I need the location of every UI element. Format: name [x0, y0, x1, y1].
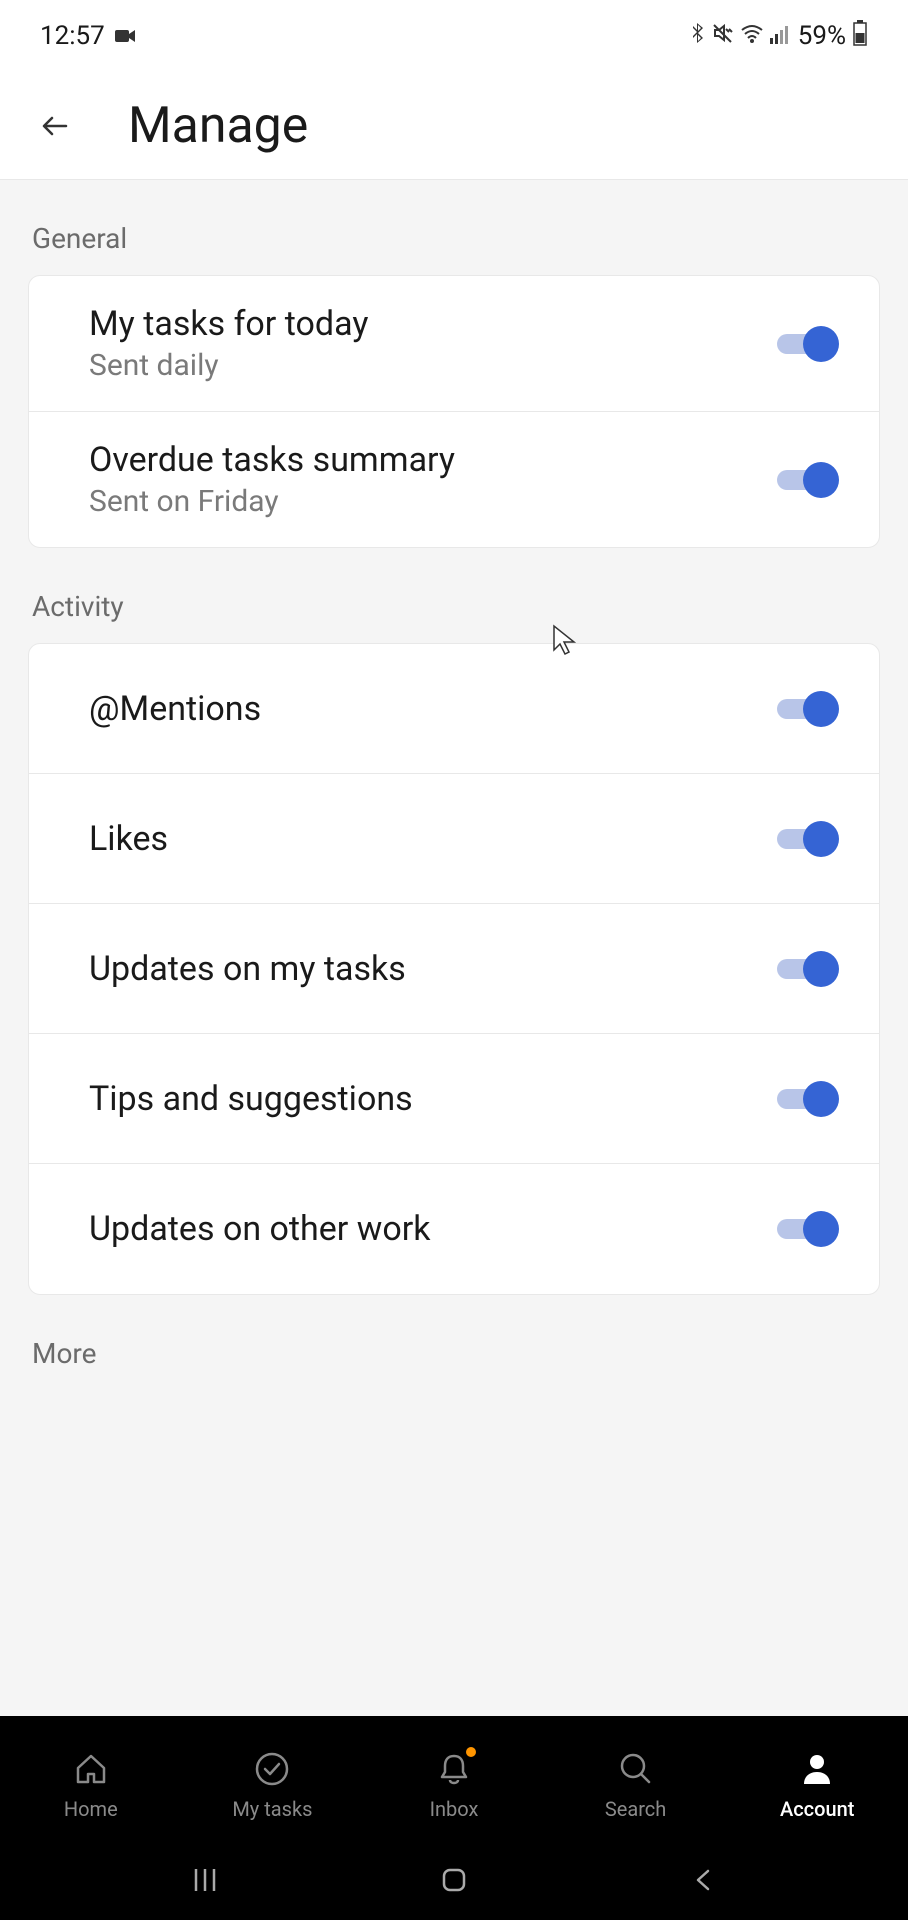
- list-item-title: Updates on my tasks: [89, 949, 406, 989]
- page-title: Manage: [128, 97, 308, 155]
- nav-tabs: Home My tasks Inbox Search Account: [0, 1716, 908, 1844]
- toggle-mentions[interactable]: [775, 691, 839, 727]
- toggle-updates-other-work[interactable]: [775, 1211, 839, 1247]
- nav-tab-search[interactable]: Search: [545, 1726, 727, 1844]
- section-header-more: More: [0, 1295, 908, 1390]
- list-item-title: Updates on other work: [89, 1209, 430, 1249]
- list-item-content: Likes: [89, 819, 168, 859]
- item-updates-my-tasks[interactable]: Updates on my tasks: [29, 904, 879, 1034]
- system-home-button[interactable]: [439, 1865, 469, 1899]
- system-recent-button[interactable]: [190, 1865, 220, 1899]
- toggle-tips-suggestions[interactable]: [775, 1081, 839, 1117]
- toggle-overdue-summary[interactable]: [775, 462, 839, 498]
- nav-tab-account[interactable]: Account: [726, 1726, 908, 1844]
- item-updates-other-work[interactable]: Updates on other work: [29, 1164, 879, 1294]
- list-item-title: @Mentions: [89, 689, 261, 729]
- battery-percent: 59%: [798, 21, 846, 51]
- signal-icon: [770, 21, 792, 51]
- list-item-content: Overdue tasks summary Sent on Friday: [89, 440, 455, 519]
- nav-tab-mytasks[interactable]: My tasks: [182, 1726, 364, 1844]
- item-my-tasks-today[interactable]: My tasks for today Sent daily: [29, 276, 879, 412]
- list-item-subtitle: Sent daily: [89, 348, 368, 383]
- checkmark-circle-icon: [252, 1749, 292, 1789]
- list-item-title: Overdue tasks summary: [89, 440, 455, 480]
- bottom-nav: Home My tasks Inbox Search Account: [0, 1716, 908, 1920]
- list-item-title: Likes: [89, 819, 168, 859]
- list-item-subtitle: Sent on Friday: [89, 484, 455, 519]
- wifi-icon: [740, 21, 764, 51]
- system-back-button[interactable]: [688, 1865, 718, 1899]
- nav-tab-label: Account: [780, 1797, 854, 1821]
- status-left: 12:57: [40, 21, 137, 51]
- list-item-content: Updates on other work: [89, 1209, 430, 1249]
- bell-icon: [434, 1749, 474, 1789]
- nav-tab-label: Search: [605, 1797, 666, 1821]
- list-item-content: @Mentions: [89, 689, 261, 729]
- person-icon: [797, 1749, 837, 1789]
- system-nav: [0, 1844, 908, 1920]
- nav-tab-inbox[interactable]: Inbox: [363, 1726, 545, 1844]
- card-activity: @Mentions Likes Updates on my tasks: [28, 643, 880, 1295]
- nav-tab-label: Home: [64, 1797, 118, 1821]
- list-item-title: Tips and suggestions: [89, 1079, 413, 1119]
- list-item-content: Updates on my tasks: [89, 949, 406, 989]
- item-likes[interactable]: Likes: [29, 774, 879, 904]
- list-item-content: Tips and suggestions: [89, 1079, 413, 1119]
- app-header: Manage: [0, 72, 908, 180]
- status-bar: 12:57 59%: [0, 0, 908, 72]
- section-header-activity: Activity: [0, 548, 908, 643]
- status-right: 59%: [690, 20, 868, 53]
- battery-icon: [852, 20, 868, 53]
- bluetooth-icon: [690, 21, 706, 52]
- content-scroll[interactable]: General My tasks for today Sent daily Ov…: [0, 180, 908, 1410]
- back-button[interactable]: [36, 106, 76, 146]
- item-overdue-summary[interactable]: Overdue tasks summary Sent on Friday: [29, 412, 879, 547]
- list-item-title: My tasks for today: [89, 304, 368, 344]
- mute-icon: [712, 21, 734, 51]
- nav-tab-label: Inbox: [430, 1797, 479, 1821]
- search-icon: [616, 1749, 656, 1789]
- toggle-my-tasks-today[interactable]: [775, 326, 839, 362]
- status-time: 12:57: [40, 21, 105, 51]
- notification-badge: [466, 1747, 476, 1757]
- card-general: My tasks for today Sent daily Overdue ta…: [28, 275, 880, 548]
- section-header-general: General: [0, 180, 908, 275]
- nav-tab-label: My tasks: [232, 1797, 312, 1821]
- list-item-content: My tasks for today Sent daily: [89, 304, 368, 383]
- home-icon: [71, 1749, 111, 1789]
- toggle-updates-my-tasks[interactable]: [775, 951, 839, 987]
- item-tips-suggestions[interactable]: Tips and suggestions: [29, 1034, 879, 1164]
- toggle-likes[interactable]: [775, 821, 839, 857]
- nav-tab-home[interactable]: Home: [0, 1726, 182, 1844]
- item-mentions[interactable]: @Mentions: [29, 644, 879, 774]
- video-icon: [115, 21, 137, 51]
